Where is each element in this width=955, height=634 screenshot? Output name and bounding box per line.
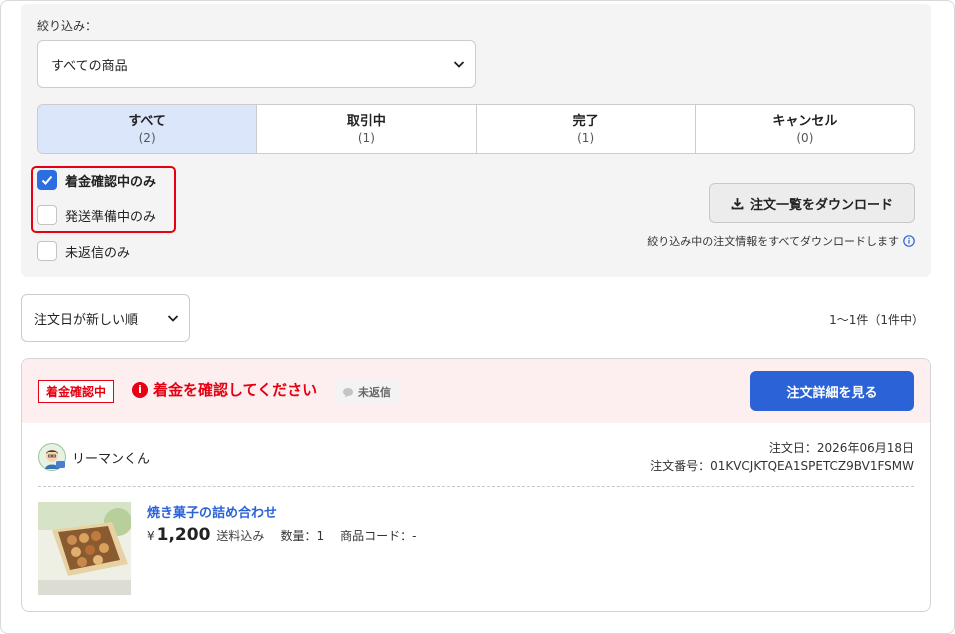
checkbox-unchecked[interactable]	[37, 241, 57, 261]
product-select-value: すべての商品	[51, 58, 128, 74]
buyer-info: リーマンくん	[38, 443, 150, 471]
tab-in-progress[interactable]: 取引中 (1)	[257, 105, 477, 153]
sort-select-value: 注文日が新しい順	[34, 312, 139, 328]
checkbox-payment-pending[interactable]: 着金確認中のみ	[37, 170, 156, 190]
checkbox-unchecked[interactable]	[37, 205, 57, 225]
product-select[interactable]: すべての商品	[37, 40, 476, 88]
download-button-label: 注文一覧をダウンロード	[749, 197, 893, 213]
chat-bubble-icon	[343, 387, 353, 397]
unreplied-badge: 未返信	[336, 380, 399, 404]
alert-icon: i	[132, 381, 148, 398]
result-count: 1〜1件（1件中）	[829, 313, 924, 327]
tab-count: (2)	[138, 130, 156, 145]
tab-label: 取引中	[346, 113, 386, 129]
chevron-down-icon	[167, 315, 179, 322]
order-number: 注文番号：01KVCJKTQEA1SPETCZ9BV1FSMW	[650, 459, 914, 473]
tab-all[interactable]: すべて (2)	[38, 105, 258, 153]
tab-count: (1)	[577, 130, 595, 145]
quantity: 数量：1	[280, 529, 325, 543]
status-badge: 着金確認中	[38, 380, 115, 403]
unreplied-label: 未返信	[358, 386, 391, 399]
info-icon[interactable]	[903, 235, 915, 247]
order-meta: 注文日：2026年06月18日 注文番号：01KVCJKTQEA1SPETCZ9…	[650, 439, 914, 475]
currency-symbol: ¥	[147, 529, 155, 543]
tab-label: キャンセル	[772, 113, 838, 129]
product-code: 商品コード：-	[340, 529, 417, 543]
order-date: 注文日：2026年06月18日	[768, 441, 914, 455]
checkbox-label: 未返信のみ	[65, 245, 131, 261]
tab-count: (1)	[357, 130, 375, 145]
filter-label: 絞り込み：	[37, 19, 98, 33]
price-row: ¥ 1,200 送料込み 数量：1 商品コード：-	[147, 525, 416, 545]
checkbox-unreplied[interactable]: 未返信のみ	[37, 241, 130, 261]
avatar[interactable]	[38, 443, 66, 471]
order-card: 着金確認中 i 着金を確認してください 未返信 注文詳細を見る リーマンくん 注…	[21, 358, 931, 612]
chevron-down-icon	[453, 61, 465, 68]
tab-cancelled[interactable]: キャンセル (0)	[696, 105, 914, 153]
buyer-name[interactable]: リーマンくん	[72, 448, 150, 467]
alert-text: 着金を確認してください	[153, 381, 318, 399]
order-detail-button[interactable]: 注文詳細を見る	[750, 371, 914, 411]
checkbox-label: 着金確認中のみ	[65, 174, 157, 190]
product-thumbnail[interactable]	[38, 502, 131, 595]
dashed-divider	[38, 486, 914, 487]
download-note: 絞り込み中の注文情報をすべてダウンロードします	[647, 233, 915, 249]
sort-select[interactable]: 注文日が新しい順	[21, 294, 190, 342]
price: 1,200	[156, 525, 211, 545]
product-name-link[interactable]: 焼き菓子の詰め合わせ	[147, 502, 277, 521]
download-note-text: 絞り込み中の注文情報をすべてダウンロードします	[647, 235, 899, 248]
tab-label: 完了	[572, 113, 599, 129]
order-card-header: 着金確認中 i 着金を確認してください 未返信 注文詳細を見る	[22, 359, 930, 423]
checkbox-checked[interactable]	[37, 170, 57, 190]
shipping-label: 送料込み	[216, 529, 265, 543]
status-tabs: すべて (2) 取引中 (1) 完了 (1) キャンセル (0)	[37, 104, 915, 154]
download-icon	[731, 197, 744, 209]
check-icon	[41, 175, 53, 185]
tab-completed[interactable]: 完了 (1)	[477, 105, 696, 153]
tab-count: (0)	[796, 130, 814, 145]
payment-alert: i 着金を確認してください	[132, 379, 317, 400]
download-orders-button[interactable]: 注文一覧をダウンロード	[709, 183, 915, 223]
checkbox-label: 発送準備中のみ	[65, 209, 157, 225]
checkbox-shipping-prep[interactable]: 発送準備中のみ	[37, 205, 156, 225]
filter-panel: 絞り込み： すべての商品 すべて (2) 取引中 (1) 完了 (1) キャンセ…	[21, 4, 931, 277]
tab-label: すべて	[128, 113, 166, 129]
